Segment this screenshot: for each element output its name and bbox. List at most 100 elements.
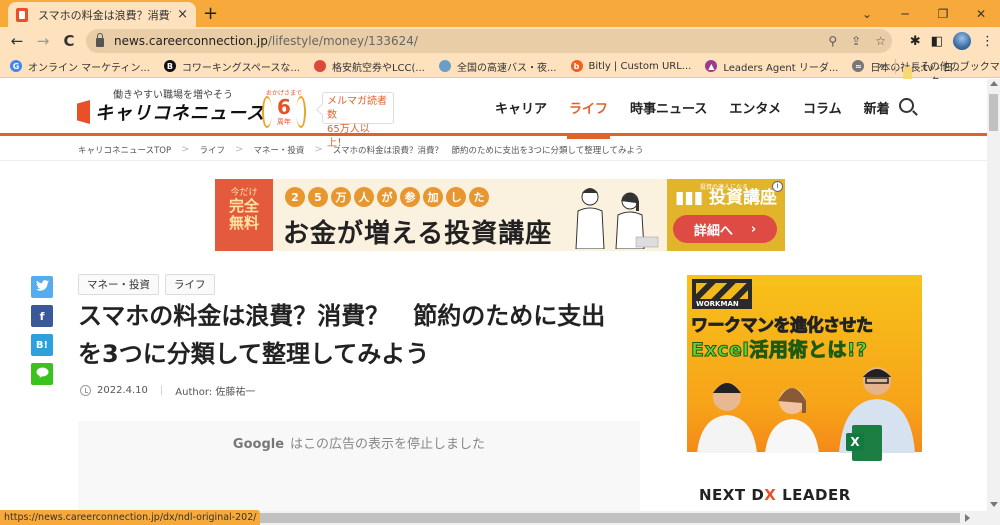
bookmark-label: コワーキングスペースな... (181, 62, 300, 74)
back-button[interactable]: ← (4, 32, 30, 50)
nav-column[interactable]: コラム (792, 79, 853, 136)
scroll-up-arrow-icon[interactable] (990, 81, 998, 86)
url-path: /lifestyle/money/133624/ (267, 34, 418, 48)
new-tab-button[interactable]: + (203, 3, 218, 24)
banner-headline: お金が増える投資講座 (283, 219, 553, 249)
bookmark-label: 格安航空券やLCC(... (331, 62, 425, 74)
count-char-badge: 参 (400, 187, 420, 207)
nav-life[interactable]: ライフ (558, 79, 619, 139)
nav-news[interactable]: 時事ニュース (619, 79, 718, 136)
clock-icon (80, 385, 91, 396)
restore-button[interactable]: ❐ (924, 7, 962, 21)
adchoices-icon[interactable]: i (772, 181, 783, 192)
browser-tab[interactable]: スマホの料金は浪費？消費？ 節約 × (8, 2, 196, 27)
article-date: 2022.4.10 (97, 385, 148, 396)
extensions-icon[interactable]: ✱ (910, 34, 921, 49)
bookmark-item[interactable]: ▲ Leaders Agent リーダ... (705, 59, 838, 74)
facebook-share-button[interactable]: f (31, 305, 53, 327)
bookmark-item[interactable]: 全国の高速バス・夜... (438, 59, 557, 74)
side-ad-headline-1: ワークマンを進化させた (691, 316, 874, 337)
vertical-scrollbar[interactable] (987, 79, 1000, 511)
tag-money[interactable]: マネー・投資 (78, 274, 159, 295)
stopped-ad-placeholder: Google はこの広告の表示を停止しました (78, 421, 640, 511)
ndl-text-1: NEXT D (699, 486, 765, 504)
next-dx-leader-logo: NEXT DX LEADER (699, 486, 851, 504)
breadcrumb-life[interactable]: ライフ (199, 144, 225, 156)
status-bar-url: https://news.careerconnection.jp/dx/ndl-… (0, 510, 261, 525)
twitter-share-button[interactable] (31, 276, 53, 298)
minimize-button[interactable]: ─ (886, 7, 924, 21)
side-panel-icon[interactable]: ◧ (931, 34, 943, 49)
forward-button[interactable]: → (30, 32, 56, 50)
details-button[interactable]: 詳細へ › (673, 215, 777, 243)
scroll-right-arrow-icon[interactable] (965, 514, 970, 522)
google-logo: Google (232, 437, 285, 452)
sidebar-ad-workman[interactable]: WORKMAN ワークマンを進化させた Excel活用術とは!? X NEXT … (687, 275, 922, 511)
breadcrumb-money[interactable]: マネー・投資 (253, 144, 304, 156)
global-nav: キャリア ライフ 時事ニュース エンタメ コラム 新着 (484, 79, 901, 139)
anniversary-badge: おかげさまで 6 周年 (262, 88, 306, 132)
url-host: news.careerconnection.jp (114, 34, 268, 48)
globe-icon (438, 60, 451, 72)
profile-avatar[interactable] (953, 32, 971, 50)
web-page: 働きやすい職場を増やそう キャリコネニュース おかげさまで 6 周年 メルマガ読… (0, 79, 987, 511)
investment-course-ad-banner[interactable]: 今だけ 完全 無料 25万人が参加した お金が増える投資講座 投資の達人になる … (215, 179, 785, 251)
side-ad-people-photo (697, 367, 915, 453)
nav-career[interactable]: キャリア (484, 79, 558, 136)
bookmarks-overflow-button[interactable]: » (878, 59, 885, 72)
details-label: 詳細へ (693, 223, 733, 239)
tab-search-icon[interactable]: ⌄ (848, 7, 886, 21)
close-window-button[interactable]: ✕ (962, 7, 1000, 21)
menu-icon[interactable]: ⋮ (981, 34, 994, 49)
site-search-icon[interactable] (899, 98, 918, 116)
hatena-icon: B! (35, 339, 49, 351)
close-tab-icon[interactable]: × (177, 7, 188, 22)
article-tags: マネー・投資 ライフ (78, 274, 215, 295)
lock-icon[interactable] (96, 33, 104, 47)
search-icon[interactable]: ⚲ (828, 34, 837, 48)
facebook-icon: f (39, 309, 45, 323)
side-ad-headline-2: Excel活用術とは!? (691, 339, 868, 362)
line-share-button[interactable] (31, 363, 53, 385)
bookmark-item[interactable]: b Bitly | Custom URL... (570, 60, 691, 72)
triangle-icon: ▲ (705, 60, 718, 72)
reload-button[interactable]: C (56, 32, 82, 50)
count-char-badge: 万 (331, 187, 351, 207)
site-logo[interactable]: キャリコネニュース (77, 99, 265, 125)
article-author: Author: 佐藤祐一 (175, 387, 256, 398)
google-icon: G (10, 60, 22, 72)
star-icon[interactable]: ☆ (875, 34, 886, 48)
chevron-right-icon: › (750, 221, 757, 237)
folder-icon (903, 66, 912, 80)
bookmark-label: 全国の高速バス・夜... (456, 62, 557, 74)
count-char-badge: 5 (308, 187, 328, 207)
participants-count: 25万人が参加した (285, 187, 489, 207)
line-icon (36, 367, 49, 381)
site-header: 働きやすい職場を増やそう キャリコネニュース おかげさまで 6 周年 メルマガ読… (0, 79, 987, 149)
tv-icon: ≈ (852, 60, 865, 72)
hatena-bookmark-button[interactable]: B! (31, 334, 53, 356)
share-icon[interactable]: ⇪ (851, 34, 861, 48)
newsletter-badge[interactable]: メルマガ読者数 65万人以上！ (322, 92, 394, 149)
free-big-text-1: 完全 (228, 197, 259, 215)
ndl-text-x: X (764, 486, 777, 504)
bookmark-label: オンライン マーケティン... (28, 62, 150, 74)
brand-text: 投資講座 (708, 188, 777, 208)
meta-divider: | (159, 385, 164, 396)
bookmark-item[interactable]: G オンライン マーケティン... (10, 59, 150, 74)
breadcrumb: キャリコネニュースTOP > ライフ > マネー・投資 > スマホの料金は浪費？… (0, 139, 987, 161)
door-logo-icon (77, 100, 90, 124)
scroll-down-arrow-icon[interactable] (990, 502, 998, 507)
bookmarks-bar: G オンライン マーケティン... B コワーキングスペースな... 格安航空券やLCC… (0, 55, 1000, 88)
excel-icon: X (846, 425, 882, 461)
address-bar[interactable]: news.careerconnection.jp/lifestyle/money… (86, 29, 892, 53)
tag-life[interactable]: ライフ (165, 274, 215, 295)
breadcrumb-top[interactable]: キャリコネニュースTOP (78, 144, 171, 156)
bookmark-item[interactable]: B コワーキングスペースな... (163, 59, 300, 74)
bitly-icon: b (570, 60, 583, 72)
vertical-scroll-thumb[interactable] (989, 94, 998, 131)
nav-new[interactable]: 新着 (853, 79, 901, 136)
nav-entertainment[interactable]: エンタメ (718, 79, 792, 136)
bookmark-item[interactable]: 格安航空券やLCC(... (313, 59, 425, 74)
twitter-icon (35, 280, 49, 294)
